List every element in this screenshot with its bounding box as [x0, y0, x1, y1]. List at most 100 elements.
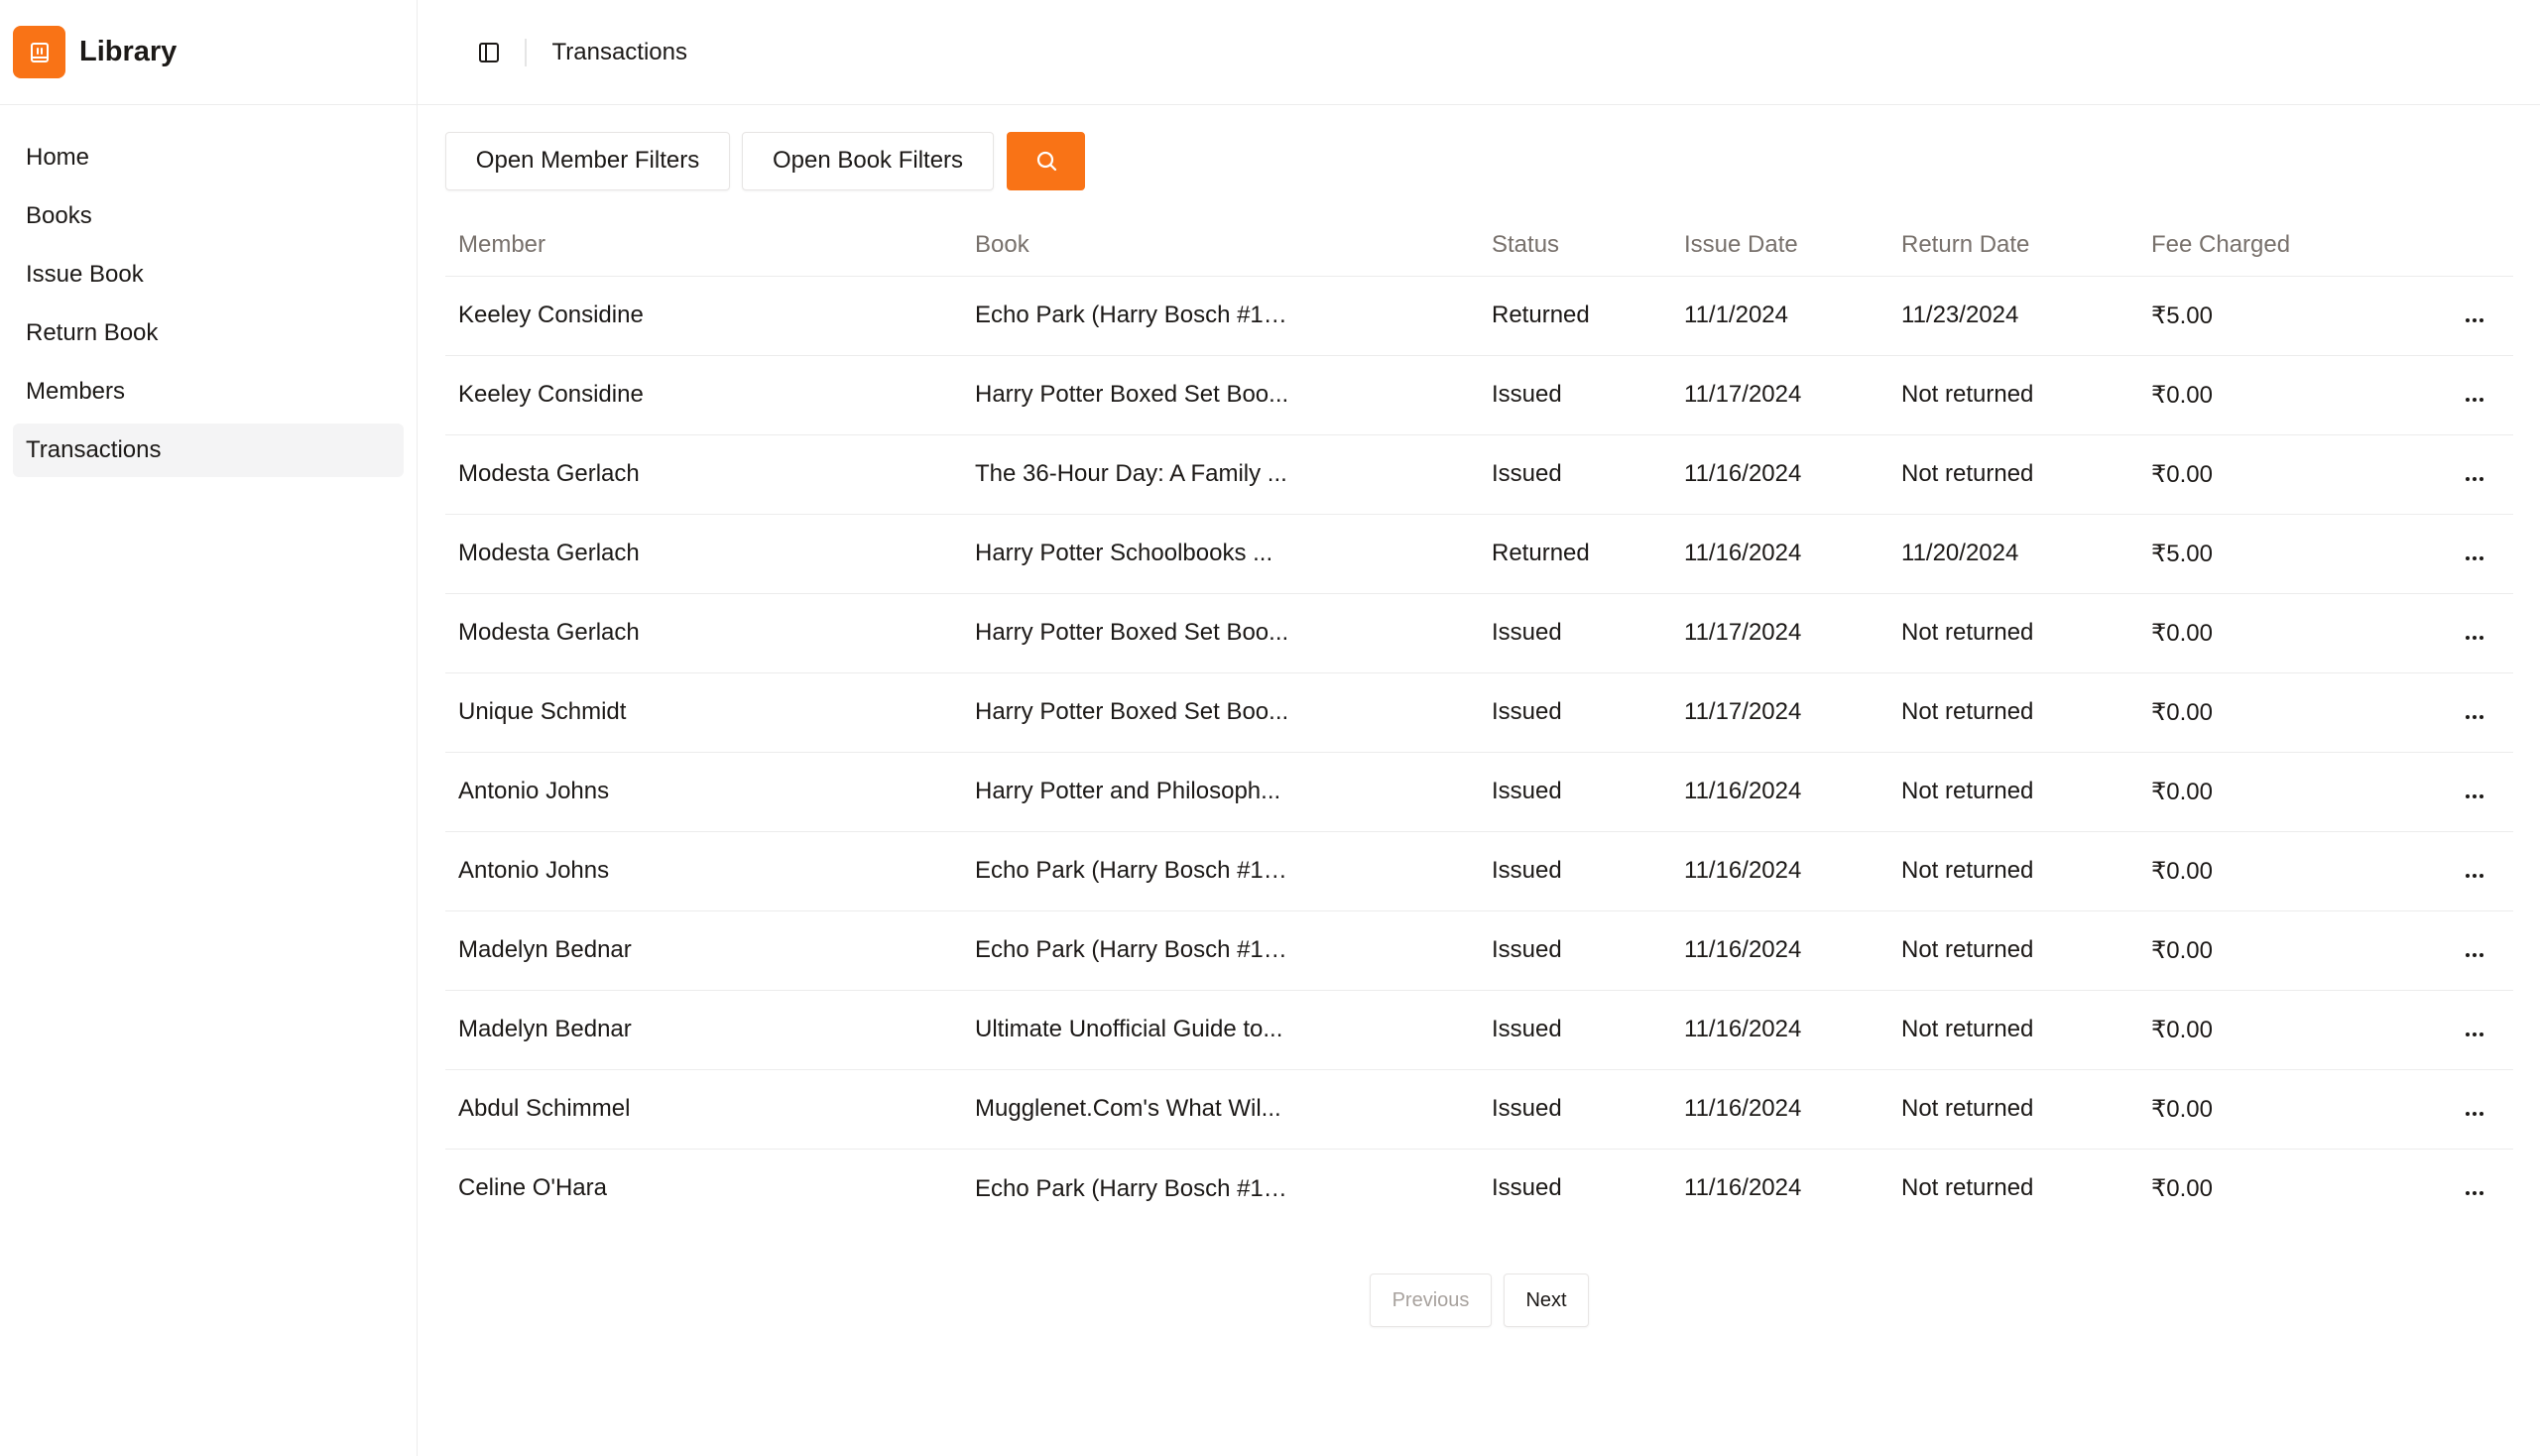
main-content: Transactions Open Member Filters Open Bo… [418, 0, 2540, 1456]
book-title: Echo Park (Harry Bosch #12... [975, 936, 1292, 964]
cell-status: Issued [1492, 1174, 1562, 1202]
cell-actions [2436, 593, 2513, 673]
more-options-icon[interactable] [2458, 787, 2491, 806]
column-header-status: Status [1479, 214, 1671, 277]
more-options-icon[interactable] [2458, 390, 2491, 410]
more-options-icon[interactable] [2458, 469, 2491, 489]
cell-book: The 36-Hour Day: A Family ... [962, 434, 1479, 515]
cell-fee-charged: ₹0.00 [2138, 831, 2436, 911]
cell-fee-charged: ₹0.00 [2138, 1069, 2436, 1150]
more-options-icon[interactable] [2458, 310, 2491, 330]
table-row: Celine O'Hara Echo Park (Harry Bosch #12.… [445, 1149, 2513, 1228]
pagination: Previous Next [1370, 1274, 1589, 1327]
cell-member: Madelyn Bednar [445, 990, 962, 1070]
column-header-book: Book [962, 214, 1479, 277]
cell-member: Antonio Johns [445, 831, 962, 911]
cell-return-date: 11/20/2024 [1888, 514, 2138, 594]
more-options-icon[interactable] [2458, 866, 2491, 886]
cell-fee-charged: ₹0.00 [2138, 990, 2436, 1070]
table-body: Keeley Considine Echo Park (Harry Bosch #… [445, 276, 2513, 1228]
cell-issue-date: 11/16/2024 [1671, 434, 1888, 515]
search-button[interactable] [1007, 131, 1085, 190]
more-options-icon[interactable] [2458, 707, 2491, 727]
table-row: Madelyn Bednar Echo Park (Harry Bosch #12… [445, 910, 2513, 991]
sidebar-item-return-book[interactable]: Return Book [13, 306, 404, 360]
book-title: Harry Potter Boxed Set Boo... [975, 381, 1289, 409]
cell-book: Mugglenet.Com's What Wil... [962, 1069, 1479, 1150]
column-header-actions [2436, 214, 2513, 277]
cell-member: Keeley Considine [445, 276, 962, 356]
search-icon [1036, 151, 1056, 172]
cell-return-date: Not returned [1888, 672, 2138, 753]
column-header-issue-date: Issue Date [1671, 214, 1888, 277]
cell-fee-charged: ₹0.00 [2138, 910, 2436, 991]
open-book-filters-button[interactable]: Open Book Filters [742, 131, 994, 190]
more-options-icon[interactable] [2458, 628, 2491, 648]
sidebar-item-issue-book[interactable]: Issue Book [13, 248, 404, 302]
sidebar-nav: Home Books Issue Book Return Book Member… [0, 105, 417, 477]
table-row: Antonio Johns Harry Potter and Philosoph.… [445, 752, 2513, 832]
cell-return-date: Not returned [1901, 1174, 2034, 1202]
book-title: Echo Park (Harry Bosch #12... [975, 857, 1292, 885]
transactions-table: Member Book Status Issue Date Return Dat… [445, 214, 2513, 1228]
cell-fee-charged: ₹5.00 [2138, 276, 2436, 356]
book-title: Echo Park (Harry Bosch #12... [975, 1174, 1292, 1202]
cell-fee-charged: ₹0.00 [2138, 752, 2436, 832]
cell-issue-date: 11/16/2024 [1671, 514, 1888, 594]
filter-bar: Open Member Filters Open Book Filters [445, 131, 2515, 190]
cell-status: Issued [1479, 910, 1671, 991]
topbar-divider [525, 38, 527, 66]
cell-issue-date: 11/16/2024 [1671, 831, 1888, 911]
cell-issue-date: 11/16/2024 [1684, 1174, 1802, 1202]
book-title: Harry Potter Schoolbooks ... [975, 540, 1273, 567]
cell-issue-date: 11/16/2024 [1671, 1069, 1888, 1150]
cell-member: Unique Schmidt [445, 672, 962, 753]
table-row: Keeley Considine Echo Park (Harry Bosch #… [445, 276, 2513, 356]
sidebar-item-home[interactable]: Home [13, 131, 404, 184]
cell-book: Echo Park (Harry Bosch #12... [962, 831, 1479, 911]
column-header-return-date: Return Date [1888, 214, 2138, 277]
cell-member: Modesta Gerlach [445, 434, 962, 515]
cell-book: Harry Potter and Philosoph... [962, 752, 1479, 832]
cell-return-date: Not returned [1888, 593, 2138, 673]
more-options-icon[interactable] [2458, 1183, 2491, 1203]
cell-actions [2436, 752, 2513, 832]
cell-actions [2436, 1149, 2513, 1228]
cell-status: Returned [1479, 514, 1671, 594]
cell-status: Issued [1479, 1069, 1671, 1150]
cell-member: Modesta Gerlach [445, 514, 962, 594]
book-title: The 36-Hour Day: A Family ... [975, 460, 1287, 488]
cell-member: Keeley Considine [445, 355, 962, 435]
table-row: Modesta Gerlach Harry Potter Schoolbooks … [445, 514, 2513, 594]
table-row: Madelyn Bednar Ultimate Unofficial Guide … [445, 990, 2513, 1070]
previous-page-button[interactable]: Previous [1370, 1274, 1492, 1327]
sidebar-item-transactions[interactable]: Transactions [13, 424, 404, 477]
cell-actions [2436, 672, 2513, 753]
cell-return-date: Not returned [1888, 1069, 2138, 1150]
more-options-icon[interactable] [2458, 548, 2491, 568]
cell-book: Harry Potter Boxed Set Boo... [962, 672, 1479, 753]
sidebar-item-books[interactable]: Books [13, 189, 404, 243]
cell-fee-charged: ₹0.00 [2138, 672, 2436, 753]
cell-member: Antonio Johns [445, 752, 962, 832]
more-options-icon[interactable] [2458, 945, 2491, 965]
book-title: Harry Potter and Philosoph... [975, 778, 1281, 805]
column-header-member: Member [445, 214, 962, 277]
cell-actions [2436, 990, 2513, 1070]
more-options-icon[interactable] [2458, 1104, 2491, 1124]
sidebar-toggle-icon[interactable] [474, 38, 504, 67]
cell-book: Harry Potter Boxed Set Boo... [962, 355, 1479, 435]
table-row: Unique Schmidt Harry Potter Boxed Set Boo… [445, 672, 2513, 753]
table-row: Modesta Gerlach The 36-Hour Day: A Family… [445, 434, 2513, 515]
topbar: Transactions [418, 0, 2540, 105]
cell-member: Modesta Gerlach [445, 593, 962, 673]
open-member-filters-button[interactable]: Open Member Filters [445, 131, 730, 190]
brand[interactable]: Library [0, 0, 417, 105]
more-options-icon[interactable] [2458, 1025, 2491, 1044]
book-title: Harry Potter Boxed Set Boo... [975, 698, 1289, 726]
cell-issue-date: 11/1/2024 [1671, 276, 1888, 356]
sidebar-item-members[interactable]: Members [13, 365, 404, 419]
cell-return-date: Not returned [1888, 990, 2138, 1070]
next-page-button[interactable]: Next [1504, 1274, 1589, 1327]
cell-actions [2436, 434, 2513, 515]
